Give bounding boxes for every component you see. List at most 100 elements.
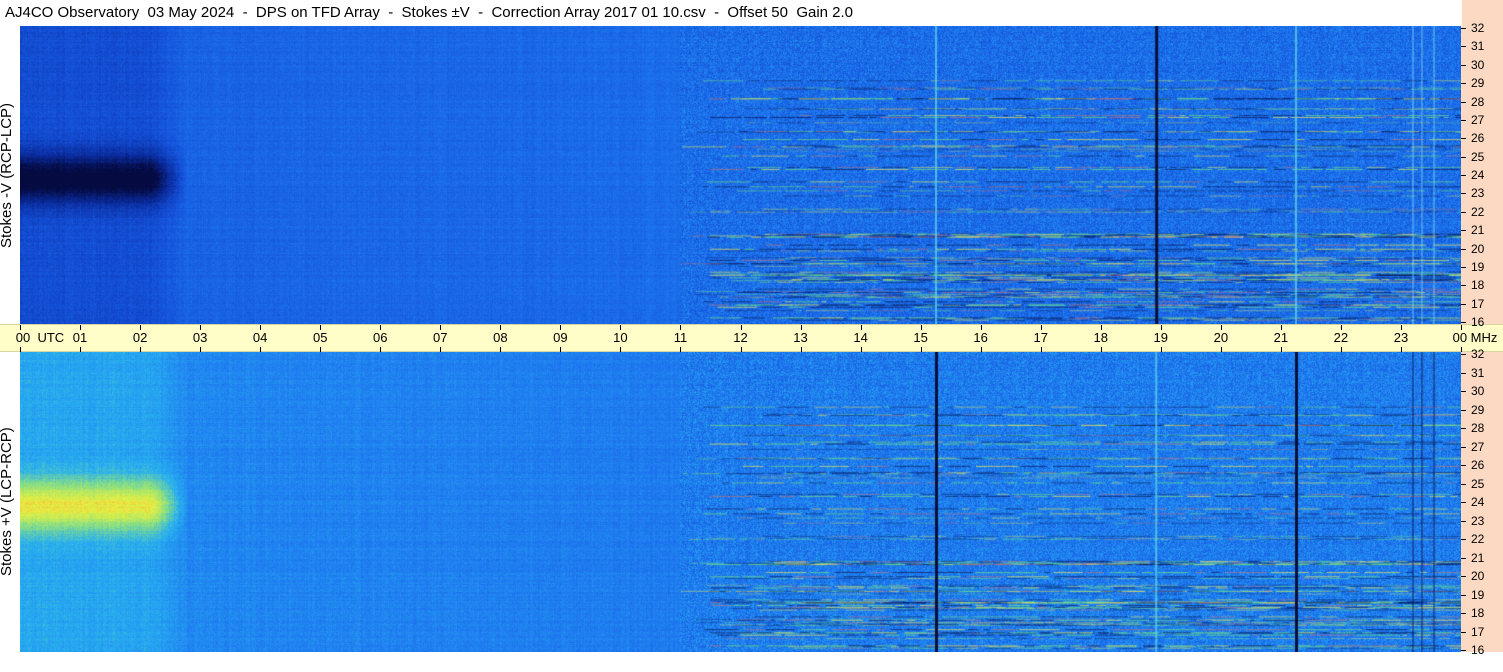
frequency-tick-mark xyxy=(1461,465,1466,466)
spectrogram-canvas-top xyxy=(20,26,1461,324)
time-tick-label: 21 xyxy=(1273,330,1289,345)
frequency-tick-label: 29 xyxy=(1471,402,1485,417)
time-tick-label: 06 xyxy=(373,330,388,345)
time-tick-label: 12 xyxy=(733,330,748,345)
frequency-tick-label: 19 xyxy=(1471,259,1485,274)
frequency-tick-label: 16 xyxy=(1471,315,1485,329)
time-tick-label: 00 MHz xyxy=(1452,330,1498,345)
frequency-tick-label: 19 xyxy=(1471,587,1485,602)
time-tick-label: 11 xyxy=(673,330,688,345)
frequency-tick-label: 29 xyxy=(1471,76,1485,91)
frequency-tick-mark xyxy=(1461,520,1466,522)
frequency-tick-label: 28 xyxy=(1471,421,1485,435)
frequency-tick-label: 24 xyxy=(1471,168,1485,182)
frequency-tick-mark xyxy=(1461,193,1466,195)
frequency-tick-label: 21 xyxy=(1471,550,1485,565)
frequency-axis-bottom: 32 31 30 29 28 27 26 25 24 23 22 21 20 19 18 17 16 xyxy=(1461,347,1503,657)
frequency-tick-mark xyxy=(1461,502,1466,503)
frequency-tick-mark xyxy=(1461,576,1466,577)
frequency-tick-mark xyxy=(1461,354,1466,355)
frequency-tick-label: 27 xyxy=(1471,112,1485,127)
frequency-tick-label: 22 xyxy=(1471,204,1485,219)
frequency-tick-label: 26 xyxy=(1471,131,1485,146)
frequency-tick-mark xyxy=(1461,248,1466,250)
frequency-tick-label: 20 xyxy=(1471,241,1485,256)
chart-title: AJ4CO Observatory 03 May 2024 - DPS on T… xyxy=(5,4,854,21)
panel-bottom-ylabel: Stokes +V (LCP-RCP) xyxy=(0,427,15,577)
time-tick-label: 17 xyxy=(1033,330,1048,345)
frequency-tick-mark xyxy=(1461,175,1466,176)
time-tick-label: 04 xyxy=(252,330,268,345)
time-tick-label: 03 xyxy=(192,330,208,345)
spectrogram-stokes-plus-v xyxy=(20,352,1461,652)
time-tick-label: 23 xyxy=(1393,330,1409,345)
frequency-tick-label: 32 xyxy=(1471,21,1485,35)
time-axis: 00 UTC 01 02 03 04 05 06 07 08 09 10 11 12 13 14 15 16 17… xyxy=(0,324,1503,352)
spectrogram-canvas-bottom xyxy=(20,352,1461,652)
time-tick-label: 01 xyxy=(72,330,88,345)
spectrogram-stokes-minus-v xyxy=(20,26,1461,324)
frequency-tick-label: 23 xyxy=(1471,513,1485,528)
frequency-tick-mark xyxy=(1461,303,1466,305)
frequency-tick-mark xyxy=(1461,230,1466,232)
frequency-tick-label: 22 xyxy=(1471,532,1485,546)
frequency-tick-label: 28 xyxy=(1471,94,1485,109)
frequency-tick-label: 23 xyxy=(1471,186,1485,201)
panel-top-ylabel: Stokes -V (RCP-LCP) xyxy=(0,102,15,248)
frequency-tick-label: 17 xyxy=(1471,296,1485,311)
frequency-tick-label: 30 xyxy=(1471,57,1485,72)
frequency-tick-mark xyxy=(1461,613,1466,614)
frequency-tick-mark xyxy=(1461,391,1466,392)
time-tick-label: 15 xyxy=(913,330,928,345)
frequency-tick-mark xyxy=(1461,156,1466,158)
time-tick-label: 19 xyxy=(1153,330,1169,345)
frequency-tick-label: 30 xyxy=(1471,384,1485,398)
frequency-tick-mark xyxy=(1461,594,1466,596)
frequency-tick-label: 17 xyxy=(1471,624,1485,639)
time-tick-label: 07 xyxy=(433,330,448,345)
time-tick-label: 09 xyxy=(553,330,568,345)
frequency-tick-mark xyxy=(1461,539,1466,540)
frequency-tick-label: 31 xyxy=(1471,39,1485,54)
frequency-tick-mark xyxy=(1461,428,1466,429)
frequency-tick-mark xyxy=(1461,266,1466,268)
frequency-tick-mark xyxy=(1461,83,1466,85)
time-tick-label: 13 xyxy=(793,330,808,345)
frequency-tick-label: 20 xyxy=(1471,569,1485,583)
frequency-tick-label: 26 xyxy=(1471,458,1485,472)
frequency-tick-mark xyxy=(1461,138,1466,140)
frequency-tick-label: 18 xyxy=(1471,278,1485,293)
frequency-tick-mark xyxy=(1461,322,1466,323)
frequency-tick-label: 25 xyxy=(1471,476,1485,491)
time-tick-label: 08 xyxy=(493,330,508,345)
frequency-tick-label: 24 xyxy=(1471,495,1485,509)
frequency-tick-mark xyxy=(1461,101,1466,103)
time-tick-label: 05 xyxy=(312,330,328,345)
frequency-tick-mark xyxy=(1461,483,1466,485)
frequency-tick-label: 21 xyxy=(1471,223,1485,238)
frequency-axis-top: 32 31 30 29 28 27 26 25 24 23 22 21 20 19 18 17 16 xyxy=(1461,21,1503,329)
time-tick-label: 18 xyxy=(1093,330,1108,345)
frequency-tick-label: 18 xyxy=(1471,606,1485,620)
frequency-tick-label: 32 xyxy=(1471,347,1485,361)
frequency-tick-mark xyxy=(1461,46,1466,48)
frequency-tick-mark xyxy=(1461,650,1466,651)
frequency-tick-mark xyxy=(1461,64,1466,66)
time-tick-label: 14 xyxy=(853,330,868,345)
frequency-tick-label: 31 xyxy=(1471,365,1485,380)
frequency-tick-mark xyxy=(1461,446,1466,448)
frequency-tick-mark xyxy=(1461,285,1466,287)
frequency-tick-mark xyxy=(1461,557,1466,559)
frequency-tick-mark xyxy=(1461,211,1466,213)
frequency-tick-label: 27 xyxy=(1471,439,1485,454)
frequency-tick-mark xyxy=(1461,119,1466,121)
frequency-tick-mark xyxy=(1461,409,1466,411)
frequency-tick-mark xyxy=(1461,631,1466,633)
time-tick-label: 20 xyxy=(1213,330,1229,345)
time-tick-label: 00 UTC xyxy=(15,330,65,345)
time-tick-label: 02 xyxy=(132,330,148,345)
frequency-tick-mark xyxy=(1461,372,1466,374)
frequency-tick-mark xyxy=(1461,28,1466,29)
frequency-tick-label: 25 xyxy=(1471,149,1485,164)
time-tick-label: 22 xyxy=(1333,330,1349,345)
